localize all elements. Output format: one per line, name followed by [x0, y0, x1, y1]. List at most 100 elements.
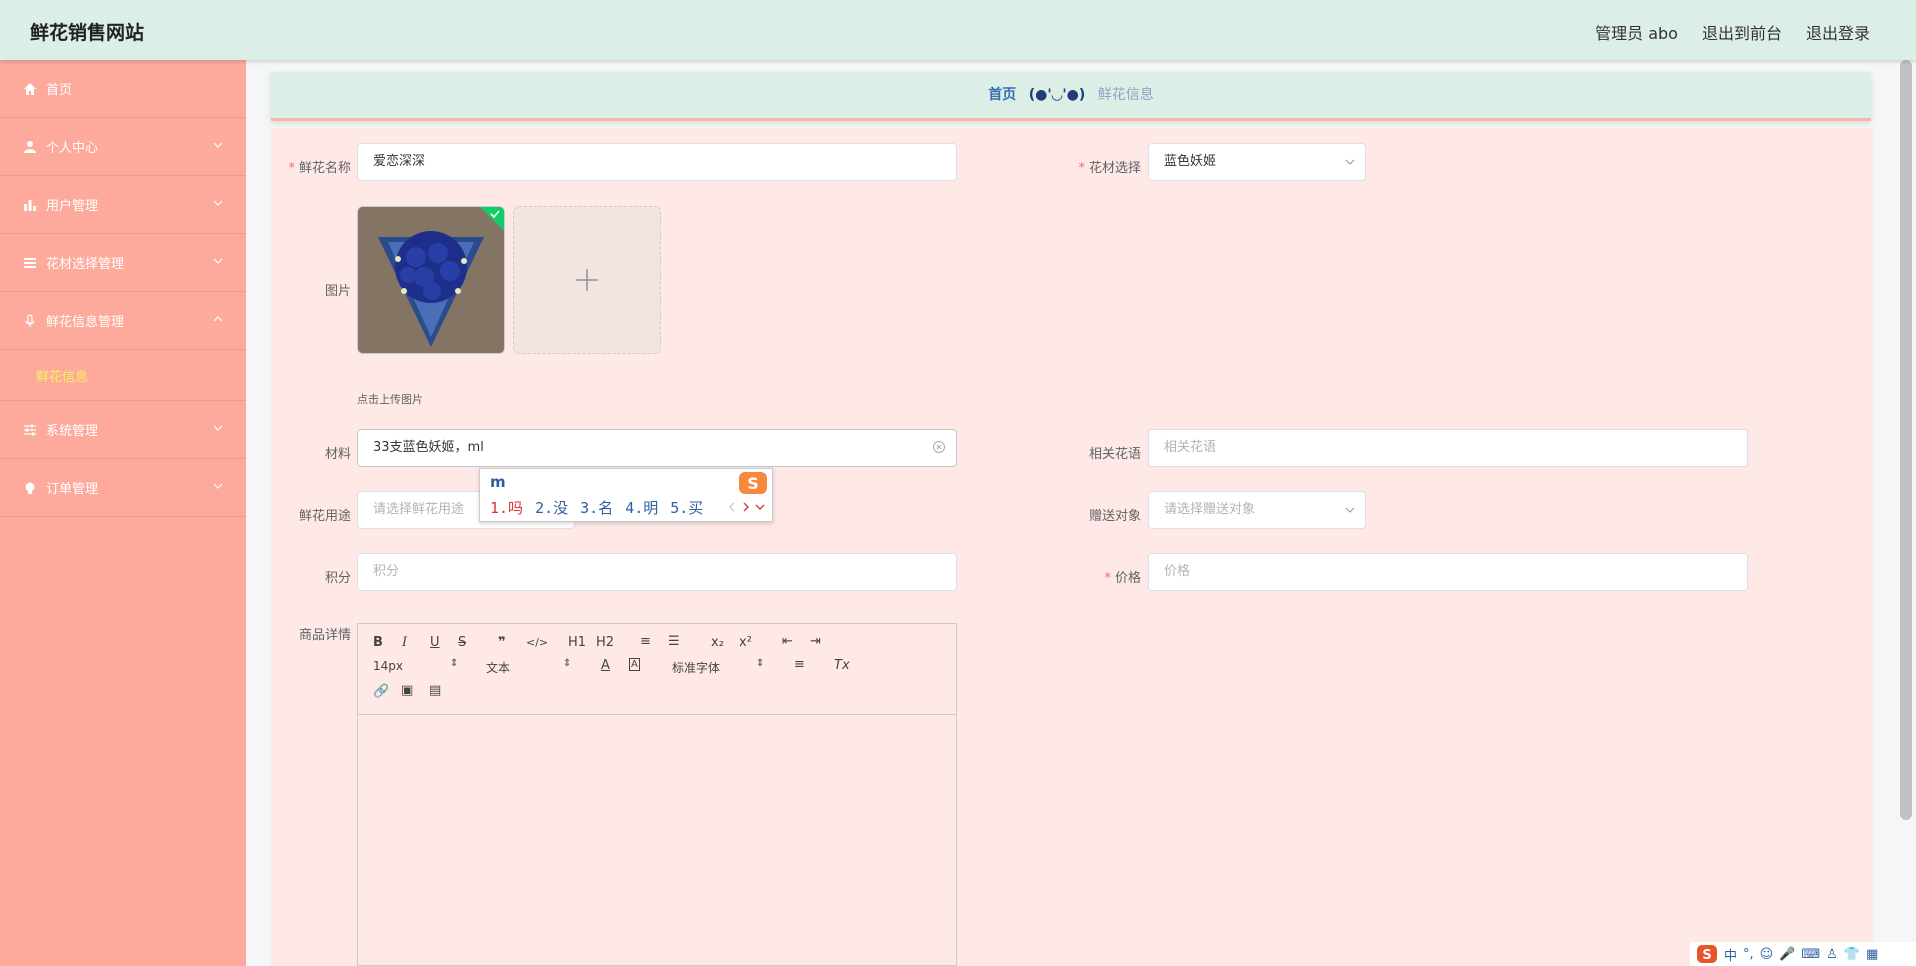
skin-icon[interactable]: 👕: [1844, 947, 1860, 962]
upload-tip: 点击上传图片: [357, 393, 423, 406]
underline-button[interactable]: U: [430, 635, 440, 650]
breadcrumb-current: 鲜花信息: [1097, 87, 1154, 103]
ordered-list-button[interactable]: ≡: [640, 634, 651, 649]
chevron-up-icon: [213, 316, 223, 322]
sidebar-item-home[interactable]: 首页: [0, 60, 246, 118]
code-block-button[interactable]: </>: [526, 636, 548, 649]
sidebar-item-material-management[interactable]: 花材选择管理: [0, 234, 246, 292]
align-icon[interactable]: ≡: [794, 657, 805, 672]
video-icon[interactable]: ▤: [429, 683, 441, 698]
link-icon[interactable]: 🔗: [373, 684, 389, 699]
microphone-icon: [22, 313, 38, 329]
header1-button[interactable]: H1: [568, 635, 586, 650]
material-label: 材料: [324, 447, 351, 462]
points-label: 积分: [324, 571, 351, 586]
home-icon: [22, 81, 38, 97]
background-color-icon[interactable]: A: [629, 658, 640, 671]
font-size-arrows-icon: ⇕: [450, 658, 459, 669]
font-size-select[interactable]: 14px: [373, 659, 403, 673]
price-label: * 价格: [1104, 571, 1141, 586]
ime-language-toggle[interactable]: 中: [1724, 945, 1737, 964]
sidebar-item-label: 个人中心: [46, 141, 99, 156]
details-label: 商品详情: [298, 628, 351, 643]
outdent-button[interactable]: ⇤: [782, 634, 793, 649]
chevron-down-icon: [213, 483, 223, 489]
header2-button[interactable]: H2: [596, 635, 614, 650]
sidebar-item-label: 鲜花信息管理: [46, 315, 125, 330]
ime-candidate[interactable]: 5.买: [670, 497, 703, 518]
superscript-button[interactable]: x²: [739, 635, 752, 650]
user-icon[interactable]: ♙: [1826, 947, 1838, 962]
sidebar-item-order-management[interactable]: 订单管理: [0, 459, 246, 517]
svg-text:S: S: [1702, 948, 1711, 963]
plus-icon: [576, 269, 598, 291]
toolbox-icon[interactable]: ▦: [1866, 947, 1878, 962]
sidebar-item-system-management[interactable]: 系统管理: [0, 401, 246, 459]
header-type-select[interactable]: 文本: [486, 659, 510, 676]
sidebar-item-label: 订单管理: [46, 482, 99, 497]
ime-candidate[interactable]: 1.吗: [490, 497, 523, 518]
usage-label: 鲜花用途: [298, 509, 351, 524]
subscript-button[interactable]: x₂: [711, 635, 724, 650]
points-input[interactable]: 积分: [357, 553, 957, 591]
list-icon: [22, 255, 38, 271]
sogou-tray-icon[interactable]: S: [1696, 944, 1718, 964]
flower-form: * 鲜花名称 爱恋深深 * 花材选择 蓝色妖姬 图片 点击上传图片 材料 33支…: [271, 128, 1873, 966]
image-icon[interactable]: ▣: [401, 683, 413, 698]
flower-language-label: 相关花语: [1088, 447, 1141, 462]
indent-button[interactable]: ⇥: [810, 634, 821, 649]
image-label: 图片: [324, 284, 351, 299]
flower-name-input[interactable]: 爱恋深深: [357, 143, 957, 181]
clear-format-icon[interactable]: Tx: [834, 658, 850, 673]
ime-candidate[interactable]: 4.明: [625, 497, 658, 518]
chevron-down-icon: [1345, 159, 1355, 165]
sidebar-item-label: 花材选择管理: [46, 257, 125, 272]
ime-candidate-popup: m 1.吗 2.没 3.名 4.明 5.买 S: [479, 468, 773, 522]
breadcrumb: 首页 (●'◡'●) 鲜花信息: [271, 72, 1871, 121]
material-select-label: * 花材选择: [1078, 161, 1141, 176]
exit-to-front-link[interactable]: 退出到前台: [1702, 20, 1782, 44]
flower-image-thumbnail[interactable]: [357, 206, 505, 354]
emoji-icon[interactable]: ☺: [1760, 947, 1774, 962]
sidebar-item-flower-info-management[interactable]: 鲜花信息管理: [0, 292, 246, 350]
font-family-select[interactable]: 标准字体: [672, 659, 720, 676]
breadcrumb-separator: (●'◡'●): [1028, 87, 1086, 103]
recipient-select[interactable]: 请选择赠送对象: [1148, 491, 1366, 529]
material-select[interactable]: 蓝色妖姬: [1148, 143, 1366, 181]
price-input[interactable]: 价格: [1148, 553, 1748, 591]
chevron-down-icon: [213, 200, 223, 206]
bullet-list-button[interactable]: ☰: [668, 634, 680, 649]
punctuation-icon[interactable]: °,: [1743, 947, 1754, 962]
material-input[interactable]: 33支蓝色妖姬，ml: [357, 429, 957, 467]
sidebar-item-label: 系统管理: [46, 424, 99, 439]
ime-candidate[interactable]: 2.没: [535, 497, 568, 518]
bulb-icon: [22, 480, 38, 496]
bold-button[interactable]: B: [373, 635, 383, 650]
breadcrumb-home[interactable]: 首页: [988, 87, 1016, 103]
italic-button[interactable]: I: [402, 635, 407, 650]
chevron-down-icon: [213, 258, 223, 264]
blue-rose-bouquet-image: [358, 207, 504, 353]
keyboard-icon[interactable]: ⌨: [1801, 947, 1820, 962]
flower-name-label: * 鲜花名称: [288, 161, 351, 176]
editor-toolbar: B I U S ❞ </> H1 H2 ≡ ☰ x₂ x² ⇤ ⇥ 14px ⇕…: [358, 624, 956, 715]
recipient-label: 赠送对象: [1088, 509, 1141, 524]
strike-button[interactable]: S: [458, 635, 466, 650]
page-scrollbar[interactable]: [1900, 60, 1912, 820]
sidebar-subitem-flower-info[interactable]: 鲜花信息: [0, 350, 246, 401]
chevron-down-icon: [213, 142, 223, 148]
voice-icon[interactable]: 🎤: [1779, 947, 1795, 962]
blockquote-button[interactable]: ❞: [498, 635, 506, 650]
logout-link[interactable]: 退出登录: [1806, 20, 1870, 44]
flower-language-input[interactable]: 相关花语: [1148, 429, 1748, 467]
font-color-icon[interactable]: A: [601, 658, 610, 673]
sidebar-item-user-management[interactable]: 用户管理: [0, 176, 246, 234]
admin-label: 管理员 abo: [1595, 24, 1678, 43]
sidebar-item-label: 首页: [46, 83, 73, 98]
ime-page-arrows-icon[interactable]: [728, 501, 768, 513]
ime-candidate[interactable]: 3.名: [580, 497, 613, 518]
upload-add-button[interactable]: [513, 206, 661, 354]
bar-chart-icon: [22, 197, 38, 213]
clear-icon[interactable]: [932, 440, 946, 454]
sidebar-item-personal-center[interactable]: 个人中心: [0, 118, 246, 176]
